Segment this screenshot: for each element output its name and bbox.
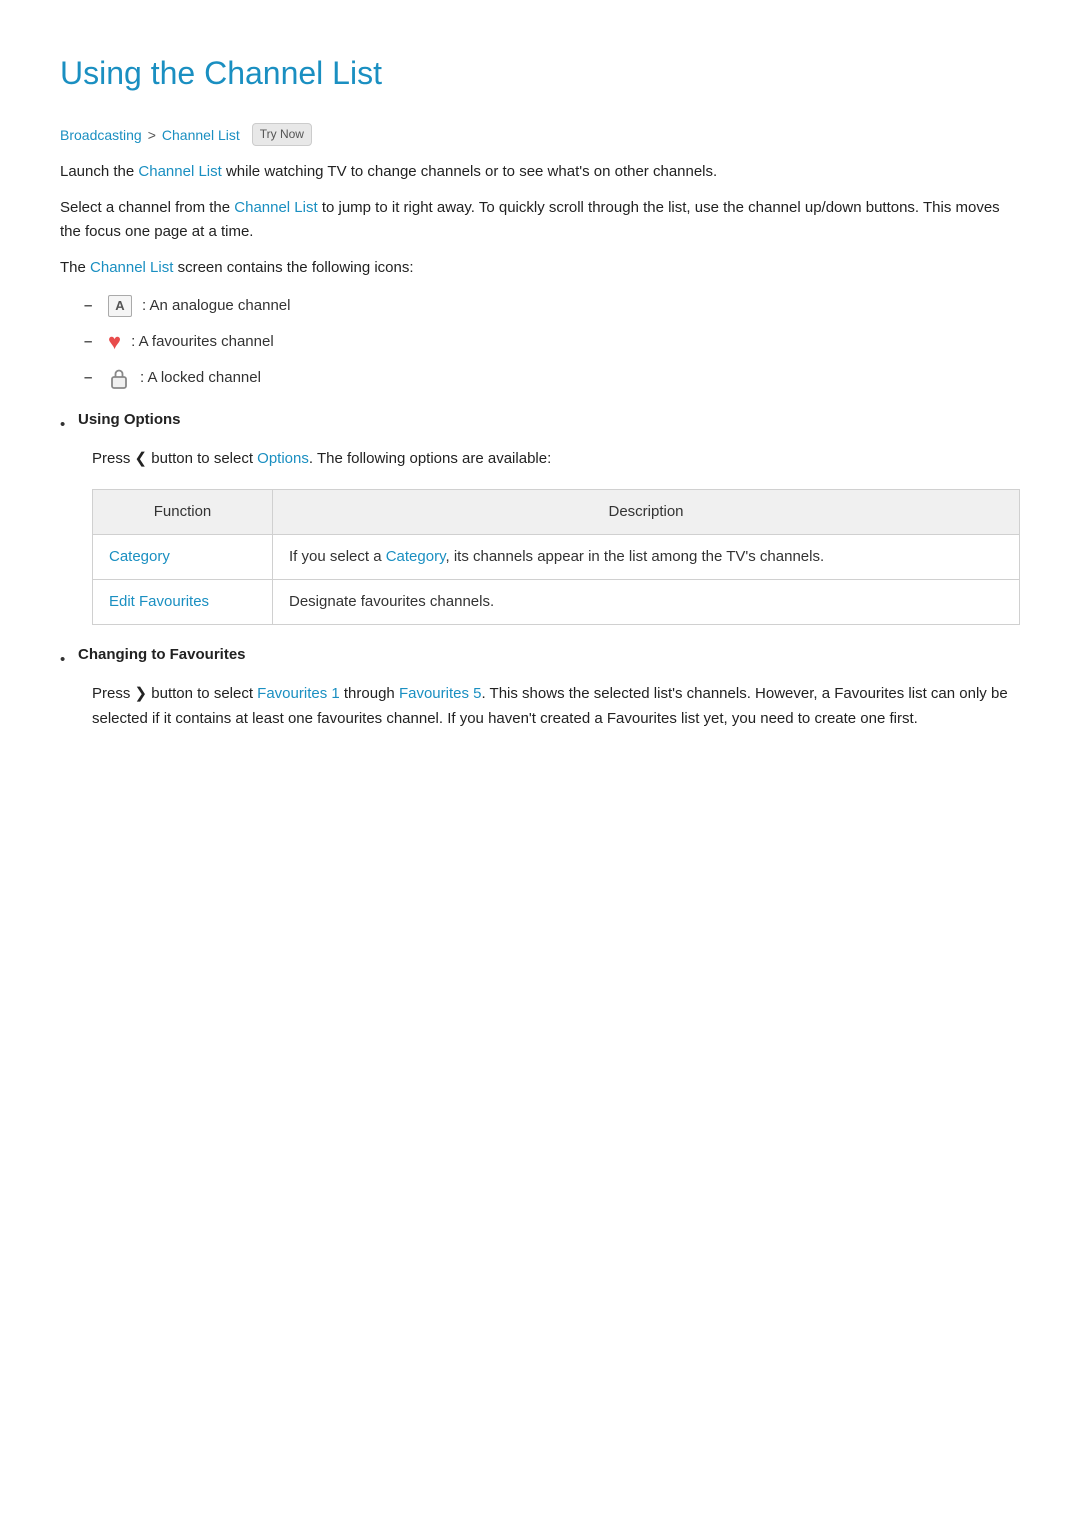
bullet-dot-icon: • xyxy=(60,413,68,437)
intro-paragraph-3: The Channel List screen contains the fol… xyxy=(60,256,1020,280)
using-options-label: Using Options xyxy=(78,408,181,432)
breadcrumb-channel-list[interactable]: Channel List xyxy=(162,124,240,146)
table-header-description: Description xyxy=(273,490,1020,535)
intro1-channel-list-link[interactable]: Channel List xyxy=(138,163,221,180)
breadcrumb-separator: > xyxy=(148,124,156,146)
intro-paragraph-2: Select a channel from the Channel List t… xyxy=(60,196,1020,244)
options-desc-middle: button to select xyxy=(151,450,257,467)
table-cell-category-desc: If you select a Category, its channels a… xyxy=(273,535,1020,580)
edit-favourites-link[interactable]: Edit Favourites xyxy=(109,593,209,610)
intro2-prefix: Select a channel from the xyxy=(60,199,234,216)
list-item-locked: – : A locked channel xyxy=(84,366,1020,390)
edit-favourites-desc: Designate favourites channels. xyxy=(289,593,494,610)
table-row: Edit Favourites Designate favourites cha… xyxy=(93,580,1020,625)
chevron-left-icon: ❮ xyxy=(135,450,152,467)
table-cell-edit-favourites-desc: Designate favourites channels. xyxy=(273,580,1020,625)
analogue-label: : An analogue channel xyxy=(142,294,290,318)
options-link[interactable]: Options xyxy=(257,450,309,467)
using-options-description: Press ❮ button to select Options. The fo… xyxy=(92,447,1020,471)
fav-through: through xyxy=(340,685,399,702)
using-options-bullet: • Using Options xyxy=(60,408,1020,437)
table-header: Function Description xyxy=(93,490,1020,535)
table-body: Category If you select a Category, its c… xyxy=(93,535,1020,625)
category-desc-link[interactable]: Category xyxy=(386,548,446,565)
changing-favourites-label: Changing to Favourites xyxy=(78,643,246,667)
list-item-analogue: – A : An analogue channel xyxy=(84,294,1020,318)
favourites5-link[interactable]: Favourites 5 xyxy=(399,685,482,702)
breadcrumb: Broadcasting > Channel List Try Now xyxy=(60,123,1020,146)
table-cell-edit-favourites: Edit Favourites xyxy=(93,580,273,625)
dash-icon: – xyxy=(84,366,98,390)
try-now-badge[interactable]: Try Now xyxy=(252,123,312,146)
bullet-dot-icon: • xyxy=(60,648,68,672)
options-table: Function Description Category If you sel… xyxy=(92,489,1020,625)
intro-paragraph-1: Launch the Channel List while watching T… xyxy=(60,160,1020,184)
fav-desc-middle: button to select xyxy=(151,685,257,702)
intro3-prefix: The xyxy=(60,259,90,276)
breadcrumb-broadcasting[interactable]: Broadcasting xyxy=(60,124,142,146)
intro3-suffix: screen contains the following icons: xyxy=(173,259,413,276)
favourites-label: : A favourites channel xyxy=(131,330,274,354)
options-desc-suffix: . The following options are available: xyxy=(309,450,551,467)
chevron-right-icon: ❯ xyxy=(135,685,152,702)
intro1-prefix: Launch the xyxy=(60,163,138,180)
analogue-icon: A xyxy=(108,295,132,317)
dash-icon: – xyxy=(84,294,98,318)
heart-icon: ♥ xyxy=(108,331,121,353)
table-header-function: Function xyxy=(93,490,273,535)
changing-favourites-section: • Changing to Favourites Press ❯ button … xyxy=(60,643,1020,732)
fav-desc-prefix: Press xyxy=(92,685,135,702)
dash-icon: – xyxy=(84,330,98,354)
intro3-channel-list-link[interactable]: Channel List xyxy=(90,259,173,276)
page-title: Using the Channel List xyxy=(60,48,1020,99)
category-desc-prefix: If you select a xyxy=(289,548,386,565)
category-link[interactable]: Category xyxy=(109,548,170,565)
list-item-favourites: – ♥ : A favourites channel xyxy=(84,330,1020,354)
lock-icon xyxy=(108,367,130,389)
options-desc-prefix: Press xyxy=(92,450,135,467)
category-desc-suffix: , its channels appear in the list among … xyxy=(445,548,824,565)
changing-favourites-bullet: • Changing to Favourites xyxy=(60,643,1020,672)
icons-list: – A : An analogue channel – ♥ : A favour… xyxy=(84,294,1020,390)
using-options-section: • Using Options Press ❮ button to select… xyxy=(60,408,1020,471)
table-row: Category If you select a Category, its c… xyxy=(93,535,1020,580)
intro2-channel-list-link[interactable]: Channel List xyxy=(234,199,317,216)
table-cell-category: Category xyxy=(93,535,273,580)
intro1-suffix: while watching TV to change channels or … xyxy=(222,163,717,180)
changing-favourites-description: Press ❯ button to select Favourites 1 th… xyxy=(92,682,1020,732)
favourites1-link[interactable]: Favourites 1 xyxy=(257,685,340,702)
locked-label: : A locked channel xyxy=(140,366,261,390)
